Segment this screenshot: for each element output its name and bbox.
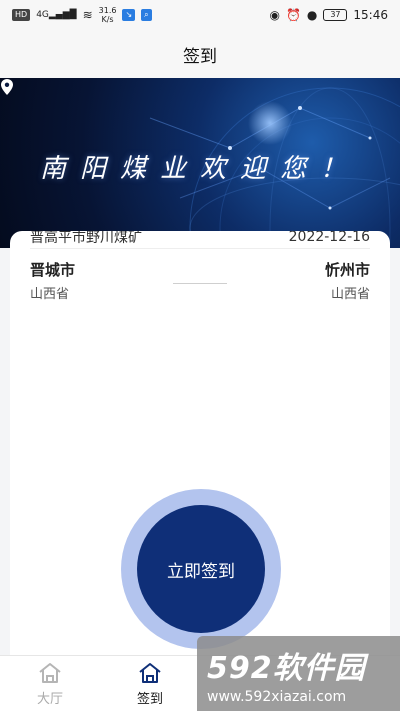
location-pin-icon[interactable] — [0, 78, 14, 96]
search-app-icon: ⌕ — [141, 9, 152, 21]
watermark-brand: 592软件园 — [207, 650, 366, 686]
origin-city: 晋城市 — [30, 261, 76, 279]
destination-block: 忻州市 山西省 — [324, 259, 370, 302]
notification-app-icon: ↘ — [122, 9, 136, 21]
sign-in-button[interactable]: 立即签到 — [137, 505, 265, 633]
tab-sign-in-label: 签到 — [136, 692, 163, 707]
route-connector-line — [173, 283, 227, 284]
welcome-banner: 南阳煤业欢迎您！ — [0, 78, 400, 248]
eye-icon: ◉ — [269, 8, 280, 22]
location-status-icon: ● — [306, 8, 318, 22]
sign-button-ring: 立即签到 — [121, 489, 281, 649]
tab-sign-in[interactable]: 签到 — [100, 656, 200, 711]
wifi-icon: ≋ — [82, 8, 93, 22]
welcome-text: 南阳煤业欢迎您！ — [39, 154, 360, 184]
date-label: 2022-12-16 — [288, 231, 370, 245]
route-row: 晋城市 山西省 忻州市 山西省 — [30, 259, 370, 302]
origin-block: 晋城市 山西省 — [30, 259, 76, 302]
nav-bar: 签到 — [0, 30, 400, 78]
watermark-overlay: 592软件园 www.592xiazai.com — [197, 636, 400, 711]
tab-hall-label: 大厅 — [36, 692, 63, 707]
network-type-label: 4G — [36, 10, 49, 20]
network-speed: 31.6 K/s — [99, 6, 117, 24]
card-header-row: 晋高平市野川煤矿 2022-12-16 — [30, 231, 370, 249]
home-icon — [139, 663, 161, 683]
destination-city: 忻州市 — [324, 261, 370, 279]
status-bar: HD 4G▂▄▆█ ≋ 31.6 K/s ↘ ⌕ ◉ ⏰ ● 37 15:46 — [0, 0, 400, 30]
destination-province: 山西省 — [330, 287, 370, 302]
clock: 15:46 — [353, 8, 388, 22]
mine-name: 晋高平市野川煤矿 — [30, 231, 142, 246]
origin-province: 山西省 — [30, 287, 70, 302]
status-left: HD 4G▂▄▆█ ≋ 31.6 K/s ↘ ⌕ — [12, 6, 152, 24]
status-right: ◉ ⏰ ● 37 15:46 — [269, 8, 388, 22]
battery-icon: 37 — [323, 9, 348, 21]
page-title: 签到 — [183, 46, 217, 67]
hd-badge: HD — [12, 9, 31, 21]
speed-unit: K/s — [101, 15, 114, 24]
watermark-url: www.592xiazai.com — [207, 688, 347, 705]
signal-icon: 4G▂▄▆█ — [36, 10, 77, 20]
home-icon — [39, 663, 61, 683]
tab-hall[interactable]: 大厅 — [0, 656, 100, 711]
speed-value: 31.6 — [98, 6, 117, 15]
alarm-icon: ⏰ — [285, 8, 301, 22]
